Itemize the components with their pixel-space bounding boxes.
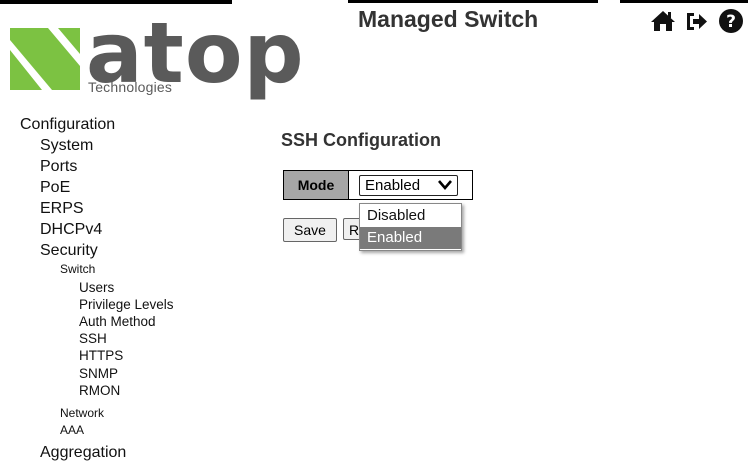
mode-select-value: Enabled xyxy=(365,177,421,194)
nav-privilege-levels[interactable]: Privilege Levels xyxy=(79,297,174,312)
logo-tagline: Technologies xyxy=(88,79,173,95)
nav-security[interactable]: Security xyxy=(40,242,98,260)
mode-dropdown-list: Disabled Enabled xyxy=(359,203,462,251)
logout-icon[interactable] xyxy=(684,8,710,34)
svg-text:?: ? xyxy=(726,12,736,32)
nav-erps[interactable]: ERPS xyxy=(40,200,84,218)
save-button[interactable]: Save xyxy=(283,218,337,242)
nav-poe[interactable]: PoE xyxy=(40,179,70,197)
nav-system[interactable]: System xyxy=(40,137,93,155)
nav-configuration[interactable]: Configuration xyxy=(20,116,115,134)
help-icon[interactable]: ? xyxy=(718,8,744,34)
nav-snmp[interactable]: SNMP xyxy=(79,366,118,381)
nav-switch[interactable]: Switch xyxy=(60,262,95,276)
ssh-config-table: Mode Enabled xyxy=(283,170,473,200)
nav-aggregation[interactable]: Aggregation xyxy=(40,444,126,462)
chevron-down-icon xyxy=(438,180,452,190)
nav-aaa[interactable]: AAA xyxy=(60,423,84,437)
home-icon[interactable] xyxy=(650,8,676,34)
atop-logo-icon xyxy=(10,28,80,90)
page-title: SSH Configuration xyxy=(281,130,441,150)
mode-option-enabled[interactable]: Enabled xyxy=(360,227,461,249)
mode-cell: Enabled xyxy=(349,171,472,199)
nav-https[interactable]: HTTPS xyxy=(79,348,123,363)
nav-dhcpv4[interactable]: DHCPv4 xyxy=(40,221,102,239)
atop-logo: atop Technologies xyxy=(8,4,304,102)
nav-ssh[interactable]: SSH xyxy=(79,331,107,346)
mode-option-disabled[interactable]: Disabled xyxy=(360,205,461,227)
nav-users[interactable]: Users xyxy=(79,280,114,295)
nav-ports[interactable]: Ports xyxy=(40,158,77,176)
mode-label: Mode xyxy=(284,171,349,199)
mode-select[interactable]: Enabled xyxy=(359,175,458,196)
nav-rmon[interactable]: RMON xyxy=(79,383,120,398)
app-title: Managed Switch xyxy=(358,6,539,32)
nav-auth-method[interactable]: Auth Method xyxy=(79,314,156,329)
nav-network[interactable]: Network xyxy=(60,406,104,420)
